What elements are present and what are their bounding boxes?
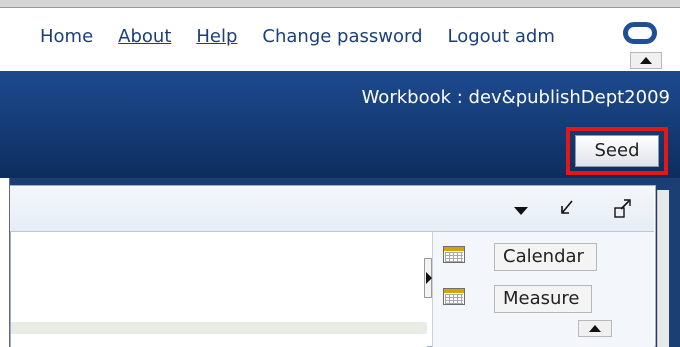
- left-panel: [0, 178, 10, 347]
- panel-content-footer: [11, 322, 427, 334]
- panel-header: [10, 186, 654, 232]
- grid-icon: [443, 288, 465, 305]
- global-navigation: Home About Help Change password Logout a…: [40, 26, 555, 47]
- logout-link[interactable]: Logout adm: [448, 26, 555, 47]
- maximize-icon[interactable]: [613, 198, 633, 225]
- triangle-up-icon: [589, 325, 601, 332]
- triangle-up-icon: [640, 57, 652, 64]
- about-link[interactable]: About: [118, 26, 171, 47]
- collapse-panel-button[interactable]: [578, 320, 612, 337]
- help-link[interactable]: Help: [196, 26, 237, 47]
- restore-down-icon[interactable]: [558, 198, 576, 221]
- calendar-button[interactable]: Calendar: [494, 243, 597, 271]
- change-password-link[interactable]: Change password: [262, 26, 422, 47]
- expand-splitter[interactable]: [424, 258, 432, 298]
- seed-button[interactable]: Seed: [575, 135, 659, 167]
- vertical-scrollbar[interactable]: [657, 190, 669, 347]
- oracle-logo-icon: [623, 22, 657, 44]
- dropdown-arrow-icon[interactable]: [514, 207, 528, 215]
- measure-button[interactable]: Measure: [494, 285, 592, 313]
- grid-icon: [443, 246, 465, 263]
- window-frame: [0, 0, 680, 8]
- workbook-title: Workbook : dev&publishDept2009: [361, 87, 670, 108]
- home-link[interactable]: Home: [40, 26, 93, 47]
- collapse-header-button[interactable]: [630, 52, 662, 69]
